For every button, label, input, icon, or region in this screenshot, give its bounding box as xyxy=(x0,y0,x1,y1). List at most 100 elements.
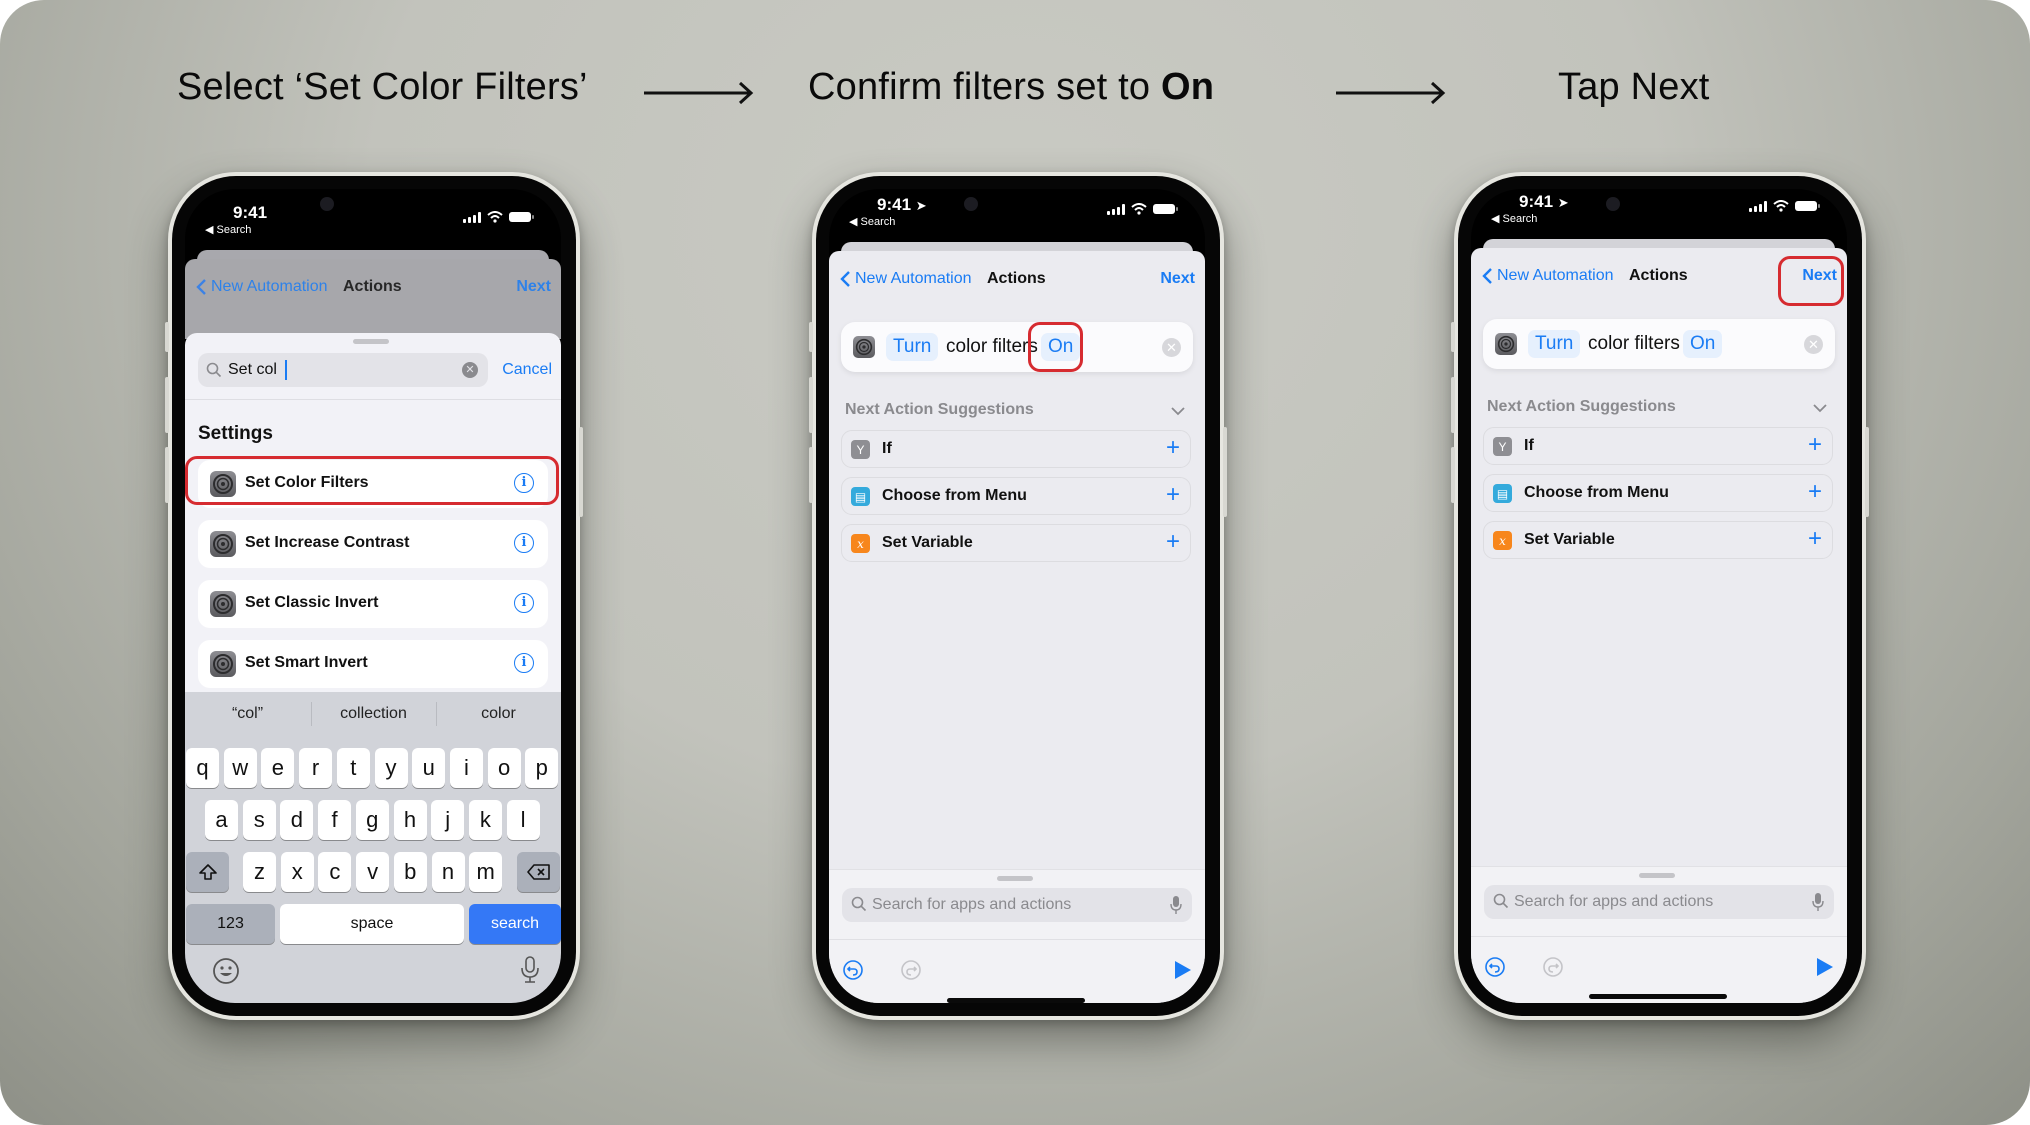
delete-key[interactable] xyxy=(517,852,560,892)
panel-grabber[interactable] xyxy=(1639,873,1675,878)
back-button[interactable]: New Automation xyxy=(211,278,328,296)
key-w[interactable]: w xyxy=(223,748,257,788)
microphone-icon[interactable] xyxy=(1170,895,1182,915)
chevron-down-icon[interactable] xyxy=(1171,406,1185,416)
next-button[interactable]: Next xyxy=(1160,270,1195,288)
suggestions-header: Next Action Suggestions xyxy=(1487,398,1676,415)
key-y[interactable]: y xyxy=(374,748,408,788)
action-search-input[interactable]: Search for apps and actions xyxy=(1484,885,1834,919)
key-z[interactable]: z xyxy=(243,852,276,892)
text-cursor xyxy=(285,360,287,380)
add-icon[interactable]: + xyxy=(1166,481,1180,509)
search-key[interactable]: search xyxy=(469,904,561,944)
key-h[interactable]: h xyxy=(393,800,427,840)
side-button xyxy=(579,427,583,517)
info-icon[interactable]: i xyxy=(514,593,534,613)
suggestion-choose-from-menu[interactable]: ▤ Choose from Menu + xyxy=(841,477,1191,515)
back-button[interactable]: New Automation xyxy=(1497,267,1614,285)
key-d[interactable]: d xyxy=(280,800,314,840)
navigation-bar: New Automation Actions Next xyxy=(829,257,1205,305)
run-icon[interactable] xyxy=(1175,961,1191,979)
suggestion-set-variable[interactable]: x Set Variable + xyxy=(841,524,1191,562)
turn-parameter[interactable]: Turn xyxy=(1528,330,1581,358)
result-set-classic-invert[interactable]: Set Classic Invert i xyxy=(198,580,548,628)
result-set-increase-contrast[interactable]: Set Increase Contrast i xyxy=(198,520,548,568)
remove-action-icon[interactable]: ✕ xyxy=(1804,335,1823,354)
keyboard-suggestion[interactable]: “col” xyxy=(185,692,310,736)
key-n[interactable]: n xyxy=(431,852,465,892)
redo-icon[interactable] xyxy=(901,960,921,980)
key-i[interactable]: i xyxy=(449,748,483,788)
back-to-search-link[interactable]: ◀ Search xyxy=(205,223,251,236)
space-key[interactable]: space xyxy=(280,904,464,944)
microphone-icon[interactable] xyxy=(1812,892,1824,912)
cancel-button[interactable]: Cancel xyxy=(502,361,552,379)
back-to-search-link[interactable]: ◀ Search xyxy=(849,215,895,228)
info-icon[interactable]: i xyxy=(514,653,534,673)
arrow-right-icon xyxy=(1336,81,1446,105)
sheet-grabber[interactable] xyxy=(353,339,389,344)
action-search-input[interactable]: Search for apps and actions xyxy=(842,888,1192,922)
key-x[interactable]: x xyxy=(280,852,314,892)
action-card-set-color-filters[interactable]: Turn color filters On ✕ xyxy=(1483,319,1835,369)
key-j[interactable]: j xyxy=(431,800,465,840)
numbers-key[interactable]: 123 xyxy=(186,904,275,944)
turn-parameter[interactable]: Turn xyxy=(886,333,939,361)
key-q[interactable]: q xyxy=(186,748,219,788)
key-b[interactable]: b xyxy=(393,852,427,892)
suggestion-if[interactable]: Y If + xyxy=(1483,427,1833,465)
chevron-down-icon[interactable] xyxy=(1813,403,1827,413)
key-o[interactable]: o xyxy=(487,748,521,788)
key-e[interactable]: e xyxy=(261,748,295,788)
redo-icon[interactable] xyxy=(1543,957,1563,977)
add-icon[interactable]: + xyxy=(1166,528,1180,556)
info-icon[interactable]: i xyxy=(514,533,534,553)
key-s[interactable]: s xyxy=(242,800,276,840)
key-f[interactable]: f xyxy=(318,800,352,840)
search-input[interactable]: Set col ✕ xyxy=(198,353,488,387)
next-button[interactable]: Next xyxy=(516,278,551,296)
navigation-bar: New Automation Actions Next xyxy=(185,265,561,313)
shift-key[interactable] xyxy=(186,852,229,892)
suggestion-choose-from-menu[interactable]: ▤ Choose from Menu + xyxy=(1483,474,1833,512)
result-set-smart-invert[interactable]: Set Smart Invert i xyxy=(198,640,548,688)
home-indicator[interactable] xyxy=(1589,994,1727,999)
key-k[interactable]: k xyxy=(468,800,502,840)
screen: 9:41 ➤ ◀ Search New Automation Actions N… xyxy=(829,189,1205,1003)
suggestion-set-variable[interactable]: x Set Variable + xyxy=(1483,521,1833,559)
key-g[interactable]: g xyxy=(355,800,389,840)
key-t[interactable]: t xyxy=(336,748,370,788)
add-icon[interactable]: + xyxy=(1166,434,1180,462)
clock: 9:41 ➤ xyxy=(1519,192,1569,211)
clear-search-icon[interactable]: ✕ xyxy=(462,362,478,378)
keyboard-suggestion[interactable]: collection xyxy=(311,692,436,736)
key-l[interactable]: l xyxy=(506,800,540,840)
key-c[interactable]: c xyxy=(318,852,352,892)
back-to-search-link[interactable]: ◀ Search xyxy=(1491,212,1537,225)
key-a[interactable]: a xyxy=(205,800,238,840)
microphone-icon[interactable] xyxy=(520,955,540,985)
suggestion-if[interactable]: Y If + xyxy=(841,430,1191,468)
undo-icon[interactable] xyxy=(843,960,863,980)
add-icon[interactable]: + xyxy=(1808,478,1822,506)
phone-step-2: 9:41 ➤ ◀ Search New Automation Actions N… xyxy=(809,172,1227,1020)
add-icon[interactable]: + xyxy=(1808,431,1822,459)
remove-action-icon[interactable]: ✕ xyxy=(1162,338,1181,357)
panel-grabber[interactable] xyxy=(997,876,1033,881)
add-icon[interactable]: + xyxy=(1808,525,1822,553)
home-indicator[interactable] xyxy=(947,998,1085,1003)
keyboard-suggestion[interactable]: color xyxy=(436,692,561,736)
screen: 9:41 ➤ ◀ Search New Automation Actions N… xyxy=(1471,189,1847,1003)
action-card-set-color-filters[interactable]: Turn color filters On ✕ xyxy=(841,322,1193,372)
run-icon[interactable] xyxy=(1817,958,1833,976)
emoji-icon[interactable] xyxy=(212,957,240,985)
state-parameter[interactable]: On xyxy=(1683,330,1723,358)
key-v[interactable]: v xyxy=(356,852,390,892)
key-u[interactable]: u xyxy=(412,748,446,788)
key-m[interactable]: m xyxy=(469,852,503,892)
volume-up-button xyxy=(165,377,169,433)
key-r[interactable]: r xyxy=(299,748,333,788)
undo-icon[interactable] xyxy=(1485,957,1505,977)
key-p[interactable]: p xyxy=(525,748,559,788)
back-button[interactable]: New Automation xyxy=(855,270,972,288)
